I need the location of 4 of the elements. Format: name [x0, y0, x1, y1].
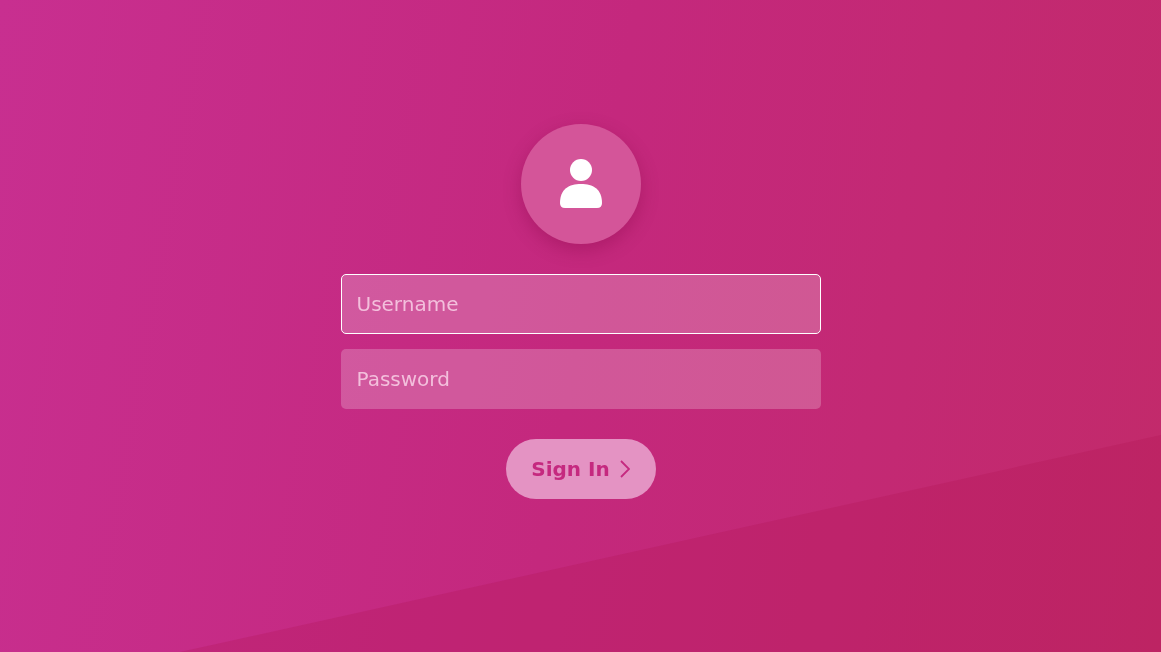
input-field[interactable]: Username [340, 274, 821, 334]
user-icon [559, 159, 602, 209]
sign-in-button[interactable]: Sign In [505, 439, 656, 499]
chevron-icon [619, 460, 630, 478]
